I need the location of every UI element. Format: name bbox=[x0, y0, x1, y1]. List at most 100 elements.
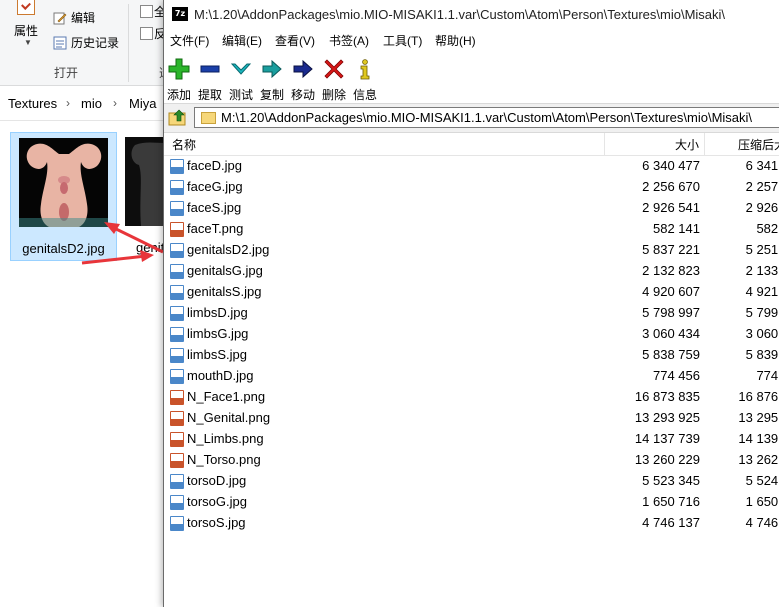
info-label: 信息 bbox=[352, 88, 377, 102]
file-size: 2 926 541 bbox=[642, 200, 700, 215]
file-row[interactable]: genitalsD2.jpg 5 837 221 5 251 8 bbox=[164, 240, 779, 261]
copy-label: 复制 bbox=[259, 88, 284, 102]
edit-button[interactable]: 编辑 bbox=[53, 9, 95, 26]
file-size: 13 293 925 bbox=[634, 410, 700, 425]
file-row[interactable]: faceG.jpg 2 256 670 2 257 0 bbox=[164, 177, 779, 198]
file-size: 4 920 607 bbox=[642, 284, 700, 299]
history-icon bbox=[53, 36, 67, 49]
jpg-file-icon bbox=[170, 516, 184, 531]
file-size: 5 838 759 bbox=[642, 347, 700, 362]
seven-zip-window: 7z M:\1.20\AddonPackages\mio.MIO-MISAKI1… bbox=[163, 0, 779, 607]
invert-selection-icon bbox=[140, 27, 153, 40]
file-size: 14 137 739 bbox=[634, 431, 700, 446]
copy-button[interactable]: 复制 bbox=[255, 56, 289, 102]
move-button[interactable]: 移动 bbox=[286, 56, 320, 102]
column-divider[interactable] bbox=[704, 133, 705, 155]
file-thumbnail-selected[interactable]: genitalsD2.jpg bbox=[10, 132, 117, 261]
breadcrumb-item[interactable]: Textures bbox=[8, 96, 57, 111]
file-row[interactable]: limbsD.jpg 5 798 997 5 799 8 bbox=[164, 303, 779, 324]
png-file-icon bbox=[170, 390, 184, 405]
jpg-file-icon bbox=[170, 264, 184, 279]
copy-icon bbox=[262, 59, 282, 79]
file-row[interactable]: torsoS.jpg 4 746 137 4 746 8 bbox=[164, 513, 779, 534]
path-text: M:\1.20\AddonPackages\mio.MIO-MISAKI1.1.… bbox=[221, 110, 753, 125]
chevron-down-icon: ▼ bbox=[24, 38, 32, 47]
menu-view[interactable]: 查看(V) bbox=[275, 32, 315, 49]
add-button[interactable]: 添加 bbox=[162, 56, 196, 102]
file-row[interactable]: faceD.jpg 6 340 477 6 341 4 bbox=[164, 156, 779, 177]
toolbar: 添加 提取 测试 复制 移动 删除 信息 bbox=[164, 50, 779, 102]
jpg-file-icon bbox=[170, 327, 184, 342]
file-row[interactable]: faceT.png 582 141 582 2 bbox=[164, 219, 779, 240]
jpg-file-icon bbox=[170, 285, 184, 300]
file-row[interactable]: N_Face1.png 16 873 835 16 876 4 bbox=[164, 387, 779, 408]
jpg-file-icon bbox=[170, 369, 184, 384]
texture-thumbnail-image bbox=[125, 137, 165, 226]
select-all-icon bbox=[140, 5, 153, 18]
menu-bar: 文件(F) 编辑(E) 查看(V) 书签(A) 工具(T) 帮助(H) bbox=[164, 30, 779, 50]
breadcrumb-separator-icon[interactable]: › bbox=[113, 96, 117, 110]
column-divider[interactable] bbox=[604, 133, 605, 155]
properties-label: 属性 bbox=[14, 24, 39, 38]
menu-bookmarks[interactable]: 书签(A) bbox=[329, 32, 369, 49]
file-packed-size: 6 341 4 bbox=[745, 158, 779, 173]
jpg-file-icon bbox=[170, 201, 184, 216]
file-name: torsoG.jpg bbox=[187, 494, 247, 509]
file-packed-size: 582 2 bbox=[756, 221, 779, 236]
file-name: limbsG.jpg bbox=[187, 326, 249, 341]
path-input[interactable]: M:\1.20\AddonPackages\mio.MIO-MISAKI1.1.… bbox=[194, 107, 779, 128]
properties-button[interactable]: 属性 ▼ bbox=[0, 0, 45, 85]
file-packed-size: 3 060 9 bbox=[745, 326, 779, 341]
file-size: 582 141 bbox=[653, 221, 700, 236]
png-file-icon bbox=[170, 453, 184, 468]
file-packed-size: 1 650 9 bbox=[745, 494, 779, 509]
file-row[interactable]: N_Limbs.png 14 137 739 14 139 8 bbox=[164, 429, 779, 450]
file-row[interactable]: faceS.jpg 2 926 541 2 926 9 bbox=[164, 198, 779, 219]
file-row[interactable]: N_Torso.png 13 260 229 13 262 2 bbox=[164, 450, 779, 471]
file-packed-size: 13 295 9 bbox=[738, 410, 779, 425]
file-row[interactable]: torsoG.jpg 1 650 716 1 650 9 bbox=[164, 492, 779, 513]
jpg-file-icon bbox=[170, 159, 184, 174]
menu-help[interactable]: 帮助(H) bbox=[435, 32, 476, 49]
history-button[interactable]: 历史记录 bbox=[53, 34, 119, 51]
menu-file[interactable]: 文件(F) bbox=[170, 32, 209, 49]
file-row[interactable]: genitalsS.jpg 4 920 607 4 921 3 bbox=[164, 282, 779, 303]
file-row[interactable]: torsoD.jpg 5 523 345 5 524 1 bbox=[164, 471, 779, 492]
menu-edit[interactable]: 编辑(E) bbox=[222, 32, 262, 49]
properties-icon bbox=[17, 0, 35, 15]
file-name: genitalsG.jpg bbox=[187, 263, 263, 278]
jpg-file-icon bbox=[170, 306, 184, 321]
breadcrumb-separator-icon[interactable]: › bbox=[66, 96, 70, 110]
column-packed-header[interactable]: 压缩后大 bbox=[738, 136, 779, 153]
png-file-icon bbox=[170, 222, 184, 237]
test-label: 测试 bbox=[228, 88, 253, 102]
up-folder-icon[interactable] bbox=[168, 108, 188, 128]
open-group-label: 打开 bbox=[54, 66, 79, 80]
breadcrumb-item[interactable]: Miya bbox=[129, 96, 156, 111]
file-row[interactable]: limbsG.jpg 3 060 434 3 060 9 bbox=[164, 324, 779, 345]
file-packed-size: 5 251 8 bbox=[745, 242, 779, 257]
file-size: 5 798 997 bbox=[642, 305, 700, 320]
file-size: 16 873 835 bbox=[634, 389, 700, 404]
file-row[interactable]: limbsS.jpg 5 838 759 5 839 6 bbox=[164, 345, 779, 366]
column-size-header[interactable]: 大小 bbox=[675, 136, 699, 153]
menu-tools[interactable]: 工具(T) bbox=[383, 32, 422, 49]
extract-button[interactable]: 提取 bbox=[193, 56, 227, 102]
add-label: 添加 bbox=[166, 88, 191, 102]
file-packed-size: 5 839 6 bbox=[745, 347, 779, 362]
jpg-file-icon bbox=[170, 495, 184, 510]
address-bar: M:\1.20\AddonPackages\mio.MIO-MISAKI1.1.… bbox=[164, 103, 779, 133]
info-button[interactable]: 信息 bbox=[348, 56, 382, 102]
breadcrumb-item[interactable]: mio bbox=[81, 96, 102, 111]
file-row[interactable]: N_Genital.png 13 293 925 13 295 9 bbox=[164, 408, 779, 429]
jpg-file-icon bbox=[170, 348, 184, 363]
delete-button[interactable]: 删除 bbox=[317, 56, 351, 102]
jpg-file-icon bbox=[170, 243, 184, 258]
test-button[interactable]: 测试 bbox=[224, 56, 258, 102]
file-thumbnail[interactable]: genit bbox=[125, 137, 165, 267]
file-row[interactable]: genitalsG.jpg 2 132 823 2 133 1 bbox=[164, 261, 779, 282]
history-label: 历史记录 bbox=[71, 36, 120, 50]
file-row[interactable]: mouthD.jpg 774 456 774 5 bbox=[164, 366, 779, 387]
column-name-header[interactable]: 名称 bbox=[172, 136, 196, 153]
file-packed-size: 2 133 1 bbox=[745, 263, 779, 278]
